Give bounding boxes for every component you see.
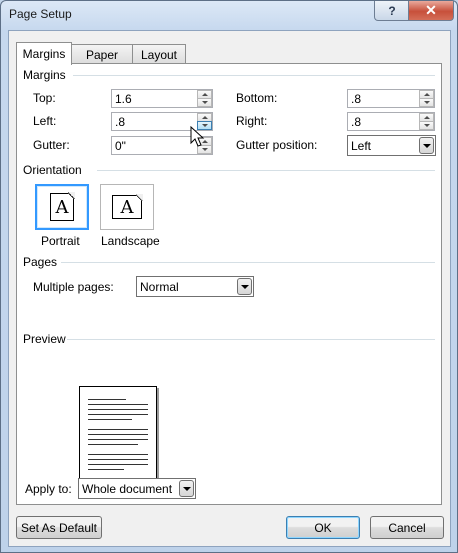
portrait-option[interactable]: A [35,184,89,230]
multiple-pages-value: Normal [140,280,179,294]
bottom-margin-spinner[interactable]: .8 [347,89,435,108]
preview-line [88,419,132,420]
apply-to-label: Apply to: [25,482,72,496]
margins-tab-panel: Margins Top: 1.6 Bottom: .8 Left: .8 Rig… [16,63,442,505]
multiple-pages-select[interactable]: Normal [136,276,254,297]
close-icon: ✕ [425,2,437,18]
pages-section-title: Pages [23,255,58,269]
preview-line [88,464,148,465]
left-label: Left: [33,114,57,128]
preview-line [88,399,126,400]
preview-line [88,429,148,430]
ok-button[interactable]: OK [286,516,360,539]
landscape-option[interactable]: A [100,184,154,230]
bottom-label: Bottom: [236,91,278,105]
right-label: Right: [236,114,268,128]
dialog-title: Page Setup [9,7,72,21]
preview-line [88,404,148,405]
top-spin-down-icon[interactable] [197,98,212,107]
right-spin-down-icon[interactable] [419,121,434,130]
orientation-divider [97,170,435,171]
chevron-down-icon[interactable] [419,137,434,154]
help-button[interactable]: ? [374,1,410,21]
dialog-body: Margins Paper Layout Margins Top: 1.6 Bo… [8,30,451,547]
page-preview [79,386,157,484]
preview-line [88,459,148,460]
gutter-position-value: Left [351,139,372,153]
preview-line [88,414,148,415]
tab-margins[interactable]: Margins [16,42,72,65]
close-button[interactable]: ✕ [408,1,454,21]
preview-line [88,439,148,440]
preview-line [88,434,148,435]
chevron-down-icon[interactable] [179,480,194,497]
right-margin-spinner[interactable]: .8 [347,112,435,131]
preview-line [88,444,138,445]
help-icon: ? [388,3,396,18]
bottom-spin-down-icon[interactable] [419,98,434,107]
top-margin-spinner[interactable]: 1.6 [111,89,213,108]
right-margin-value[interactable]: .8 [351,115,361,129]
landscape-page-icon: A [112,194,143,219]
tab-paper[interactable]: Paper [70,44,134,64]
top-label: Top: [33,91,56,105]
top-margin-value[interactable]: 1.6 [115,92,132,106]
gutter-label: Gutter: [33,138,70,152]
page-setup-dialog: Page Setup ? ✕ Margins Paper Layout Marg… [0,0,458,553]
preview-line [88,454,148,455]
margins-divider [73,75,435,76]
set-as-default-button[interactable]: Set As Default [16,516,102,539]
preview-section-title: Preview [23,332,66,346]
pages-divider [61,262,435,263]
multiple-pages-label: Multiple pages: [33,280,114,294]
preview-line [88,409,148,410]
gutter-position-label: Gutter position: [236,138,318,152]
apply-to-select[interactable]: Whole document [78,478,196,499]
cancel-button[interactable]: Cancel [370,516,444,539]
tab-layout[interactable]: Layout [132,44,186,64]
bottom-margin-value[interactable]: .8 [351,92,361,106]
portrait-page-icon: A [50,192,75,221]
preview-divider [67,339,435,340]
preview-line [88,469,124,470]
landscape-label: Landscape [101,234,160,248]
margins-section-title: Margins [23,68,66,82]
mouse-pointer-icon [190,126,205,147]
portrait-label: Portrait [41,234,80,248]
gutter-position-select[interactable]: Left [347,135,436,156]
left-margin-value[interactable]: .8 [115,115,125,129]
apply-to-value: Whole document [82,482,173,496]
chevron-down-icon[interactable] [237,278,252,295]
gutter-value[interactable]: 0" [115,139,126,153]
orientation-section-title: Orientation [23,163,82,177]
